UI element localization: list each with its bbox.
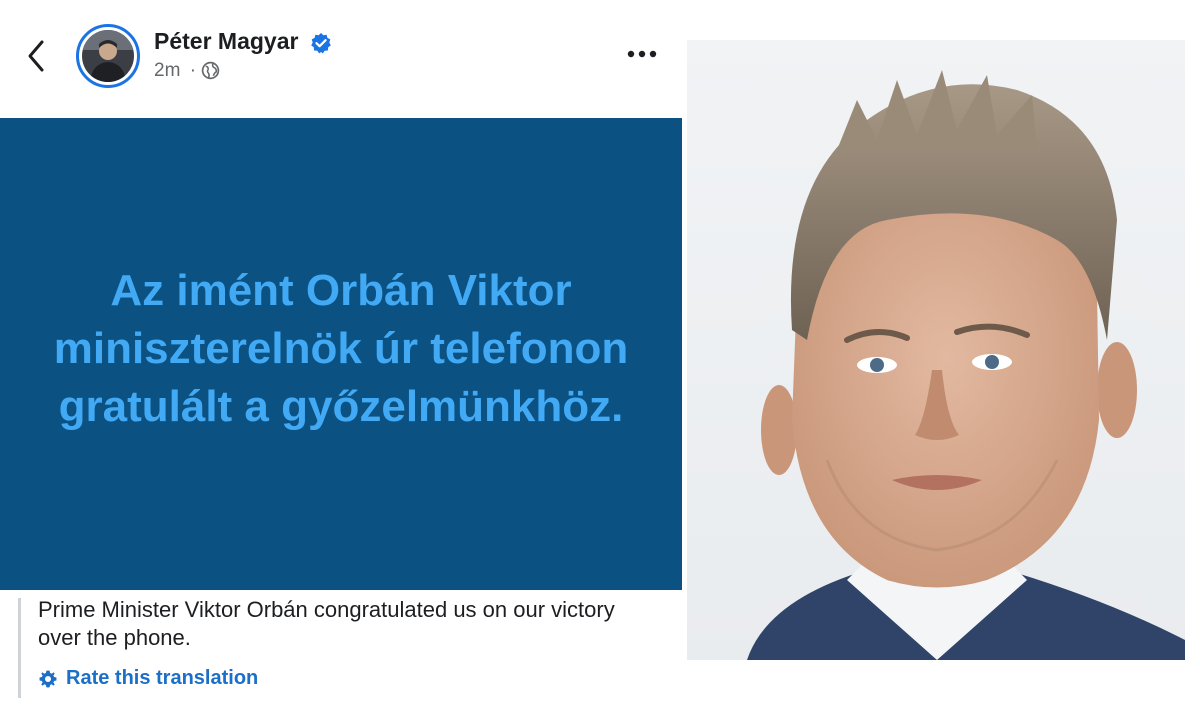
- gear-icon: [39, 670, 57, 687]
- back-arrow-icon: [28, 40, 44, 72]
- post-age[interactable]: 2m: [154, 60, 180, 81]
- rate-translation-label: Rate this translation: [66, 667, 259, 689]
- post-text-card: Az imént Orbán Viktor miniszterelnök úr …: [0, 118, 682, 590]
- post-card-text: Az imént Orbán Viktor miniszterelnök úr …: [53, 266, 629, 431]
- more-options-icon: [627, 50, 657, 58]
- translation-divider: [18, 598, 21, 698]
- post-meta: 2m ·: [154, 60, 196, 82]
- meta-separator: ·: [189, 60, 197, 81]
- avatar-image: [82, 30, 134, 82]
- globe-icon: [201, 61, 220, 80]
- verified-badge-icon: [311, 33, 331, 54]
- translation-text: Prime Minister Viktor Orbán congratulate…: [38, 597, 615, 650]
- author-name[interactable]: Péter Magyar: [154, 28, 298, 55]
- portrait-photo: [687, 40, 1185, 660]
- back-button[interactable]: [24, 38, 52, 74]
- author-avatar[interactable]: [76, 24, 140, 88]
- more-options-button[interactable]: [624, 44, 660, 64]
- post-panel: Péter Magyar 2m · Az imént Orbán Viktor …: [0, 0, 682, 705]
- rate-translation-link[interactable]: Rate this translation: [38, 667, 258, 690]
